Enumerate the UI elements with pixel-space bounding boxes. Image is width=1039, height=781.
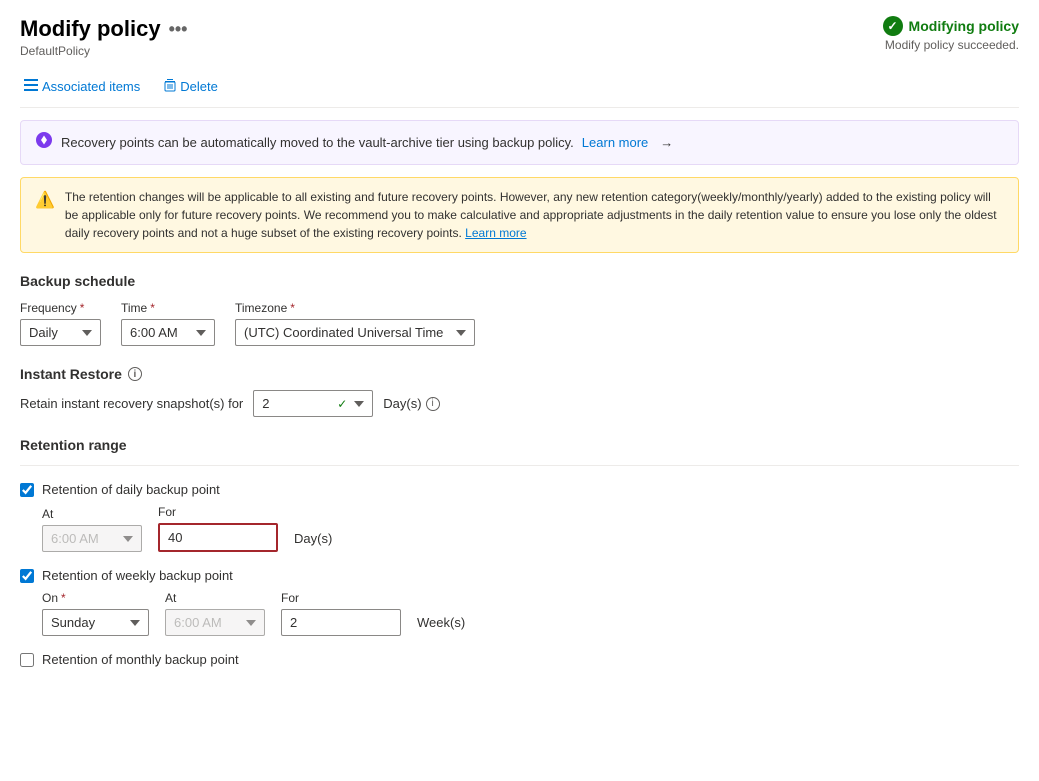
info-banner-arrow: → [660,135,673,150]
daily-retention-item: Retention of daily backup point At 6:00 … [20,482,1019,552]
monthly-retention-label: Retention of monthly backup point [42,652,239,667]
retain-select-wrapper: 1 2 3 4 5 ✓ [253,390,373,417]
status-subtitle: Modify policy succeeded. [885,38,1019,52]
retention-divider [20,465,1019,466]
daily-unit: Day(s) [294,531,332,552]
daily-for-label: For [158,505,278,519]
header-row: Modify policy ••• DefaultPolicy ✓ Modify… [20,16,1019,58]
weekly-at-field: At 6:00 AM [165,591,265,636]
monthly-retention-checkbox[interactable] [20,653,34,667]
daily-at-field: At 6:00 AM [42,507,142,552]
instant-restore-title-text: Instant Restore [20,366,122,382]
weekly-on-required: * [61,591,66,605]
weekly-for-field: For [281,591,401,636]
weekly-on-field: On * Sunday Monday Tuesday Wednesday Thu… [42,591,149,636]
associated-items-button[interactable]: Associated items [20,75,144,98]
instant-restore-info-icon[interactable]: i [128,367,142,381]
frequency-field: Frequency * Daily Weekly [20,301,101,346]
warning-icon: ⚠️ [35,189,55,242]
status-title: Modifying policy [909,18,1019,34]
frequency-select[interactable]: Daily Weekly [20,319,101,346]
page-subtitle: DefaultPolicy [20,44,187,58]
daily-checkbox-row: Retention of daily backup point [20,482,1019,497]
retain-label: Retain instant recovery snapshot(s) for [20,396,243,411]
status-success: ✓ Modifying policy [883,16,1019,36]
monthly-retention-item: Retention of monthly backup point [20,652,1019,667]
more-options-icon[interactable]: ••• [169,19,188,40]
time-select[interactable]: 12:00 AM 1:00 AM 2:00 AM 3:00 AM 4:00 AM… [121,319,215,346]
time-label: Time * [121,301,215,315]
daily-for-field: For [158,505,278,552]
delete-icon [164,78,176,95]
info-banner-icon [35,131,53,154]
timezone-label: Timezone * [235,301,475,315]
backup-schedule-section: Backup schedule Frequency * Daily Weekly… [20,273,1019,346]
page-title-row: Modify policy ••• [20,16,187,42]
retain-row: Retain instant recovery snapshot(s) for … [20,390,1019,417]
warning-banner: ⚠️ The retention changes will be applica… [20,177,1019,253]
info-banner: Recovery points can be automatically mov… [20,120,1019,165]
associated-items-label: Associated items [42,79,140,94]
weekly-for-label: For [281,591,401,605]
instant-restore-section: Instant Restore i Retain instant recover… [20,366,1019,417]
timezone-field: Timezone * (UTC) Coordinated Universal T… [235,301,475,346]
weekly-at-select[interactable]: 6:00 AM [165,609,265,636]
daily-retention-checkbox[interactable] [20,483,34,497]
info-banner-text: Recovery points can be automatically mov… [61,135,574,150]
retention-range-title: Retention range [20,437,1019,453]
daily-fields-row: At 6:00 AM For Day(s) [42,505,1019,552]
status-check-icon: ✓ [883,16,903,36]
backup-schedule-fields: Frequency * Daily Weekly Time * 12:00 AM… [20,301,1019,346]
warning-learn-more-link[interactable]: Learn more [465,226,526,240]
warning-text: The retention changes will be applicable… [65,188,1004,242]
instant-restore-title-row: Instant Restore i [20,366,1019,382]
weekly-retention-label: Retention of weekly backup point [42,568,233,583]
time-field: Time * 12:00 AM 1:00 AM 2:00 AM 3:00 AM … [121,301,215,346]
page-container: Modify policy ••• DefaultPolicy ✓ Modify… [0,0,1039,703]
toolbar: Associated items Delete [20,66,1019,108]
weekly-checkbox-row: Retention of weekly backup point [20,568,1019,583]
weekly-on-select[interactable]: Sunday Monday Tuesday Wednesday Thursday… [42,609,149,636]
daily-retention-fields: At 6:00 AM For Day(s) [42,505,1019,552]
daily-for-input[interactable] [158,523,278,552]
weekly-retention-checkbox[interactable] [20,569,34,583]
status-section: ✓ Modifying policy Modify policy succeed… [883,16,1019,52]
daily-at-label: At [42,507,142,521]
weekly-unit: Week(s) [417,615,465,636]
title-section: Modify policy ••• DefaultPolicy [20,16,187,58]
daily-at-select[interactable]: 6:00 AM [42,525,142,552]
weekly-retention-fields: On * Sunday Monday Tuesday Wednesday Thu… [42,591,1019,636]
days-label: Day(s) i [383,396,439,411]
weekly-fields-row: On * Sunday Monday Tuesday Wednesday Thu… [42,591,1019,636]
monthly-checkbox-row: Retention of monthly backup point [20,652,1019,667]
weekly-retention-item: Retention of weekly backup point On * Su… [20,568,1019,636]
delete-button[interactable]: Delete [160,74,222,99]
daily-retention-label: Retention of daily backup point [42,482,220,497]
weekly-on-label: On * [42,591,149,605]
backup-schedule-title: Backup schedule [20,273,1019,289]
weekly-for-input[interactable] [281,609,401,636]
timezone-required: * [290,301,295,315]
timezone-select[interactable]: (UTC) Coordinated Universal Time (UTC-05… [235,319,475,346]
associated-items-icon [24,79,38,94]
frequency-required: * [80,301,85,315]
time-required: * [150,301,155,315]
days-info-icon[interactable]: i [426,397,440,411]
frequency-label: Frequency * [20,301,101,315]
page-title-text: Modify policy [20,16,161,42]
retain-days-select[interactable]: 1 2 3 4 5 [253,390,373,417]
retention-range-section: Retention range Retention of daily backu… [20,437,1019,667]
delete-label: Delete [180,79,218,94]
info-banner-learn-more-link[interactable]: Learn more [582,135,648,150]
weekly-at-label: At [165,591,265,605]
